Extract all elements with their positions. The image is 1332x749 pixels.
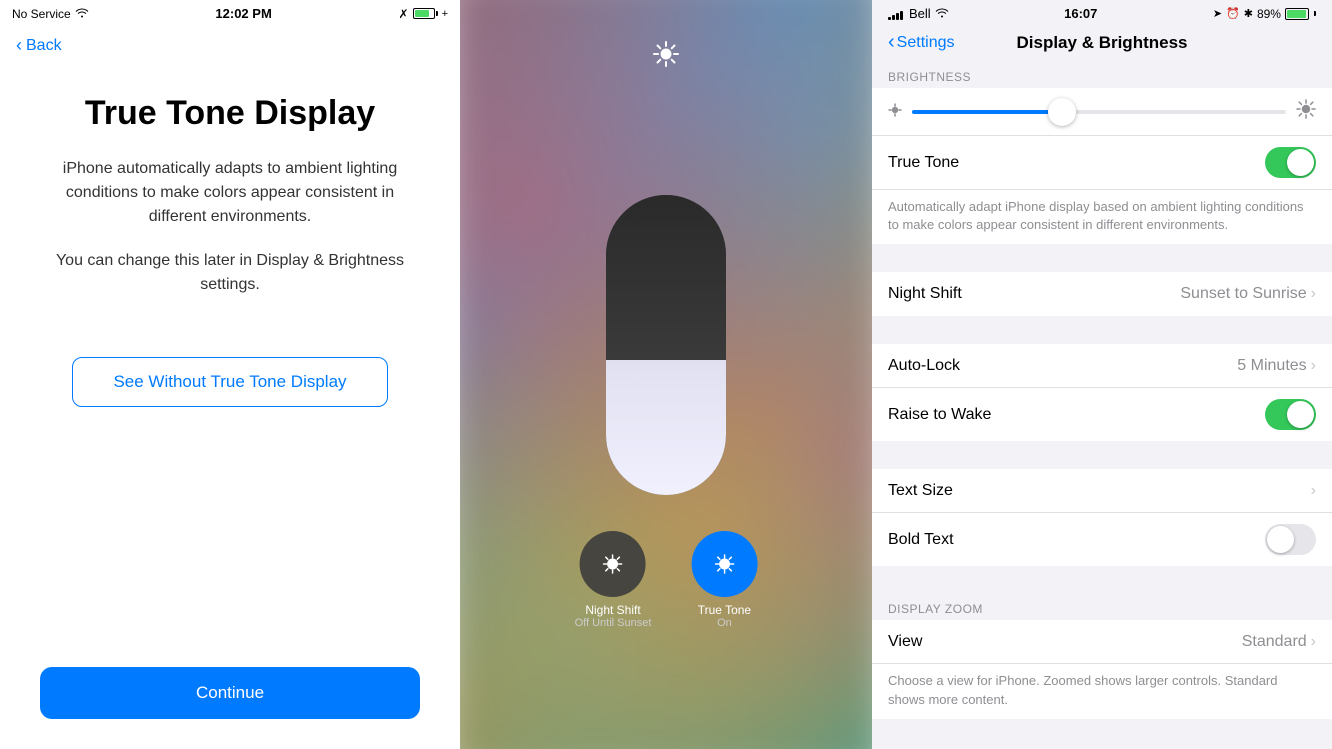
settings-status-right: ➤ ⏰ ✱ 89% bbox=[1213, 7, 1316, 21]
settings-back-button[interactable]: ‹ Settings bbox=[888, 31, 954, 54]
brightness-pill[interactable] bbox=[606, 195, 726, 495]
time-label: 12:02 PM bbox=[215, 6, 271, 21]
text-size-row[interactable]: Text Size › bbox=[872, 469, 1332, 513]
bold-text-toggle-knob bbox=[1267, 526, 1294, 553]
display-zoom-group: View Standard › Choose a view for iPhone… bbox=[872, 620, 1332, 718]
battery-body bbox=[1285, 8, 1309, 20]
bluetooth-icon-settings: ✱ bbox=[1244, 7, 1253, 20]
setup-bottom: Continue bbox=[0, 647, 460, 749]
true-tone-description: Automatically adapt iPhone display based… bbox=[872, 190, 1332, 244]
true-tone-label: True Tone On bbox=[698, 603, 751, 629]
settings-carrier: Bell bbox=[909, 6, 931, 21]
settings-wifi-icon bbox=[935, 7, 949, 21]
night-shift-button[interactable] bbox=[580, 531, 646, 597]
spacer-2 bbox=[872, 316, 1332, 344]
back-chevron-icon: ‹ bbox=[16, 35, 22, 56]
back-chevron-settings-icon: ‹ bbox=[888, 31, 895, 54]
spacer-4 bbox=[872, 566, 1332, 594]
pill-light-section bbox=[606, 360, 726, 495]
night-shift-row[interactable]: Night Shift Sunset to Sunrise › bbox=[872, 272, 1332, 316]
settings-content: BRIGHTNESS bbox=[872, 62, 1332, 749]
text-size-chevron-icon: › bbox=[1311, 482, 1316, 500]
location-icon: ➤ bbox=[1213, 7, 1222, 20]
status-bar: No Service 12:02 PM ✗ + bbox=[0, 0, 460, 27]
battery-cap bbox=[1314, 11, 1316, 16]
setup-note: You can change this later in Display & B… bbox=[40, 249, 420, 297]
view-description: Choose a view for iPhone. Zoomed shows l… bbox=[872, 664, 1332, 718]
settings-nav: ‹ Settings Display & Brightness bbox=[872, 27, 1332, 62]
spacer-3 bbox=[872, 441, 1332, 469]
signal-bars bbox=[888, 8, 903, 20]
bottom-controls: Night Shift Off Until Sunset bbox=[575, 531, 758, 629]
true-tone-group: True Tone Automatically adapt iPhone dis… bbox=[872, 136, 1332, 244]
raise-to-wake-toggle[interactable] bbox=[1265, 399, 1316, 430]
setup-description: iPhone automatically adapts to ambient l… bbox=[40, 157, 420, 229]
charging-icon: + bbox=[442, 8, 448, 20]
sun-icon bbox=[652, 40, 680, 75]
night-shift-group: Night Shift Sunset to Sunrise › bbox=[872, 272, 1332, 316]
text-size-label: Text Size bbox=[888, 482, 1311, 500]
night-shift-chevron-icon: › bbox=[1311, 285, 1316, 303]
setup-title: True Tone Display bbox=[85, 94, 375, 133]
settings-page-title: Display & Brightness bbox=[1017, 33, 1188, 53]
settings-status-left: Bell bbox=[888, 6, 949, 21]
view-value: Standard bbox=[1242, 633, 1307, 651]
brightness-section-header: BRIGHTNESS bbox=[872, 62, 1332, 88]
true-tone-row[interactable]: True Tone bbox=[872, 136, 1332, 190]
view-label: View bbox=[888, 633, 1242, 651]
true-tone-row-label: True Tone bbox=[888, 154, 1265, 172]
continue-button[interactable]: Continue bbox=[40, 667, 420, 719]
true-tone-toggle[interactable] bbox=[1265, 147, 1316, 178]
raise-to-wake-toggle-knob bbox=[1287, 401, 1314, 428]
back-label: Back bbox=[26, 37, 62, 55]
control-center-panel: Night Shift Off Until Sunset bbox=[460, 0, 872, 749]
toggle-knob bbox=[1287, 149, 1314, 176]
wifi-icon bbox=[75, 7, 89, 21]
pill-dark-section bbox=[606, 195, 726, 360]
bold-text-row[interactable]: Bold Text bbox=[872, 513, 1332, 566]
night-shift-label: Night Shift Off Until Sunset bbox=[575, 603, 652, 629]
auto-lock-value: 5 Minutes bbox=[1237, 357, 1306, 375]
bluetooth-icon: ✗ bbox=[399, 7, 409, 21]
settings-panel: Bell 16:07 ➤ ⏰ ✱ 89% ‹ Settings bbox=[872, 0, 1332, 749]
raise-to-wake-label: Raise to Wake bbox=[888, 406, 1265, 424]
night-shift-row-label: Night Shift bbox=[888, 285, 1180, 303]
settings-status-bar: Bell 16:07 ➤ ⏰ ✱ 89% bbox=[872, 0, 1332, 27]
display-zoom-header: DISPLAY ZOOM bbox=[872, 594, 1332, 620]
back-button[interactable]: ‹ Back bbox=[0, 27, 460, 64]
night-shift-value: Sunset to Sunrise bbox=[1180, 285, 1306, 303]
bold-text-label: Bold Text bbox=[888, 531, 1265, 549]
spacer-1 bbox=[872, 244, 1332, 272]
raise-to-wake-row[interactable]: Raise to Wake bbox=[872, 388, 1332, 441]
alarm-icon: ⏰ bbox=[1226, 7, 1240, 20]
view-row[interactable]: View Standard › bbox=[872, 620, 1332, 664]
brightness-high-icon bbox=[1296, 99, 1316, 124]
lock-group: Auto-Lock 5 Minutes › Raise to Wake bbox=[872, 344, 1332, 441]
battery-icon bbox=[413, 8, 438, 19]
auto-lock-chevron-icon: › bbox=[1311, 357, 1316, 375]
settings-time: 16:07 bbox=[1064, 6, 1097, 21]
see-without-button[interactable]: See Without True Tone Display bbox=[72, 357, 387, 407]
battery-percent: 89% bbox=[1257, 7, 1281, 21]
carrier-label: No Service bbox=[12, 7, 71, 21]
brightness-slider-row[interactable] bbox=[872, 88, 1332, 136]
text-group: Text Size › Bold Text bbox=[872, 469, 1332, 566]
brightness-section: BRIGHTNESS bbox=[872, 62, 1332, 316]
setup-panel: No Service 12:02 PM ✗ + ‹ Back bbox=[0, 0, 460, 749]
brightness-slider[interactable] bbox=[912, 110, 1286, 114]
setup-content: True Tone Display iPhone automatically a… bbox=[0, 64, 460, 647]
status-right: ✗ + bbox=[399, 7, 449, 21]
true-tone-button[interactable] bbox=[691, 531, 757, 597]
auto-lock-row[interactable]: Auto-Lock 5 Minutes › bbox=[872, 344, 1332, 388]
bold-text-toggle[interactable] bbox=[1265, 524, 1316, 555]
settings-back-label: Settings bbox=[897, 34, 955, 52]
brightness-low-icon bbox=[888, 103, 902, 120]
status-left: No Service bbox=[12, 7, 89, 21]
auto-lock-label: Auto-Lock bbox=[888, 357, 1237, 375]
display-zoom-section: DISPLAY ZOOM View Standard › Choose a vi… bbox=[872, 594, 1332, 718]
view-chevron-icon: › bbox=[1311, 633, 1316, 651]
